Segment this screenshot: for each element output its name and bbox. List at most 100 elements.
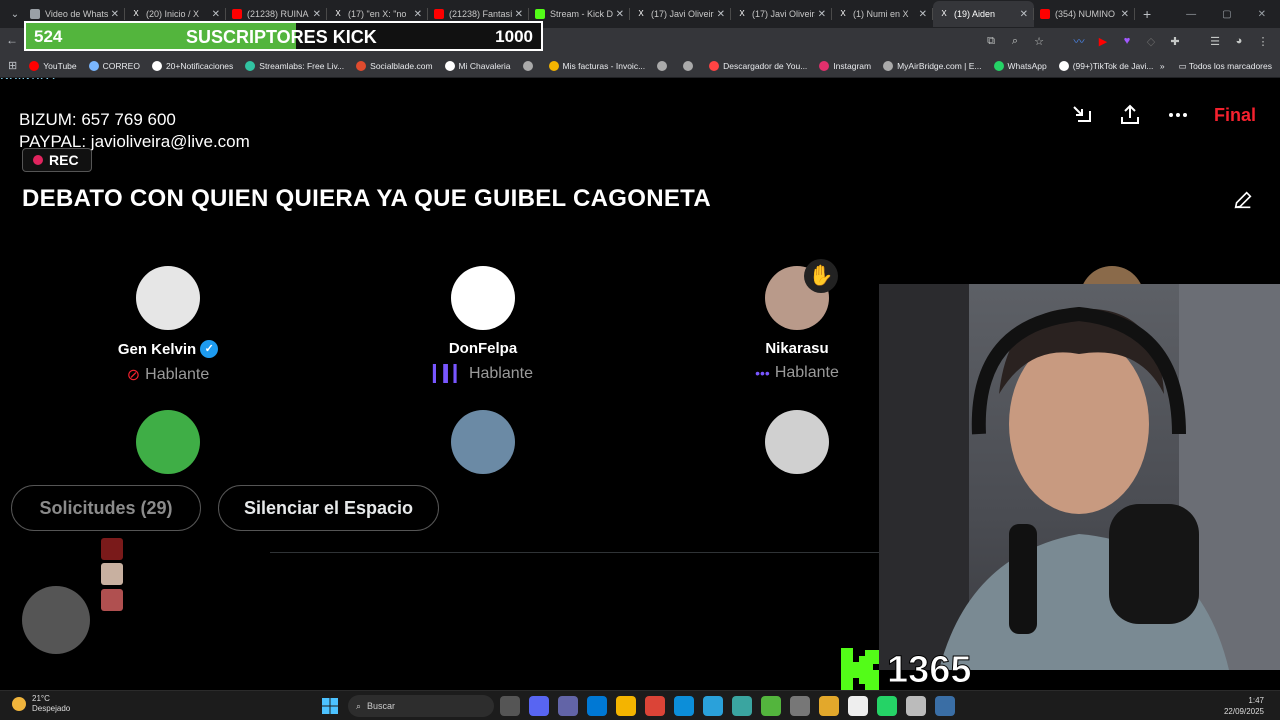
listener-avatar[interactable] [136,410,200,474]
bookmark-item[interactable]: CORREO [88,60,140,71]
teams-icon[interactable] [558,696,578,716]
end-space-button[interactable]: Final [1214,105,1256,126]
edge-icon[interactable] [674,696,694,716]
windows-start-icon[interactable] [322,698,338,714]
bookmark-favicon-icon [151,60,162,71]
kick-icon [535,9,545,19]
reading-list-icon[interactable]: ☰ [1208,35,1222,48]
app-window-icon[interactable] [906,696,926,716]
browser-tab[interactable]: Stream - Kick D ✕ [529,1,630,27]
close-tab-icon[interactable]: ✕ [717,9,725,20]
app-globe-icon[interactable] [732,696,752,716]
kick-app-icon[interactable] [761,696,781,716]
bookmark-item[interactable] [522,60,537,71]
moon-weather-icon [12,697,26,711]
browser-tab[interactable]: X (17) Javi Oliveira ✕ [731,1,832,27]
speaker-card[interactable]: Nikarasu ••• Hablante [712,266,882,382]
browser-tab[interactable]: X (17) Javi Oliveira ✕ [630,1,731,27]
tab-search-chevron-icon[interactable]: ⌄ [6,5,24,23]
speaker-card[interactable]: Gen Kelvin ✓ ⊘ Hablante [83,266,253,385]
youtube-icon [434,9,444,19]
edit-title-icon[interactable] [1232,189,1254,211]
bookmark-star-icon[interactable]: ☆ [1032,35,1046,48]
bookmark-item[interactable]: Streamlabs: Free Liv... [245,60,344,71]
taskbar-clock[interactable]: 1:47 22/09/2025 [1224,695,1264,717]
share-icon[interactable] [1118,103,1142,127]
minimize-space-icon[interactable] [1070,103,1094,127]
requests-button[interactable]: Solicitudes (29) [11,485,201,531]
close-tab-icon[interactable]: ✕ [414,9,422,20]
bookmark-favicon-icon [883,60,894,71]
close-tab-icon[interactable]: ✕ [212,9,220,20]
obs-icon[interactable] [848,696,868,716]
close-tab-icon[interactable]: ✕ [1020,9,1028,20]
close-window-icon[interactable]: ✕ [1258,9,1266,20]
bookmark-item[interactable]: Mi Chavaleria [444,60,511,71]
close-tab-icon[interactable]: ✕ [818,9,826,20]
back-arrow-icon[interactable]: ← [6,33,18,47]
extension-youtube-icon[interactable]: ▶ [1096,35,1110,48]
telegram-icon[interactable] [703,696,723,716]
bookmark-item[interactable]: Descargador de You... [709,60,807,71]
chrome-icon[interactable] [645,696,665,716]
speaker-card[interactable]: DonFelpa ▎▍▎ Hablante [398,266,568,384]
browser-tab[interactable]: X (1) Numi en X ✕ [832,1,933,27]
bookmark-item[interactable]: YouTube [29,60,77,71]
close-tab-icon[interactable]: ✕ [313,9,321,20]
discord-icon[interactable] [529,696,549,716]
app-misc-icon[interactable] [819,696,839,716]
bookmarks-more[interactable]: » [1160,61,1165,71]
mute-space-button[interactable]: Silenciar el Espacio [218,485,439,531]
weather-temp: 21°C [32,694,50,703]
speaker-name: Gen Kelvin [117,340,197,358]
whatsapp-icon[interactable] [877,696,897,716]
profile-avatar-icon[interactable]: ◕ [1232,35,1246,47]
bookmark-item[interactable]: Mis facturas - Invoic... [548,60,645,71]
listener-avatar[interactable] [765,410,829,474]
close-tab-icon[interactable]: ✕ [919,9,927,20]
maximize-icon[interactable]: ▢ [1222,9,1231,20]
settings-gear-icon[interactable] [935,696,955,716]
bookmark-item[interactable]: Instagram [819,60,871,71]
speaker-avatar[interactable] [451,266,515,330]
close-tab-icon[interactable]: ✕ [616,9,624,20]
extensions-puzzle-icon[interactable]: ✚ [1168,35,1182,48]
bookmark-item[interactable] [683,60,697,71]
streamer-silhouette [879,284,1280,670]
bookmark-item[interactable]: WhatsApp [993,60,1047,71]
more-options-icon[interactable] [1166,103,1190,127]
bookmark-item[interactable]: MyAirBridge.com | E... [883,60,982,71]
listener-avatar[interactable] [451,410,515,474]
apps-grid-icon[interactable]: ⊞ [8,59,17,72]
goal-current: 524 [34,27,63,46]
extension-heart-icon[interactable]: ♥ [1120,35,1134,47]
bookmark-favicon-icon [709,60,720,71]
browser-tab[interactable]: (354) NUMINO ✕ [1034,1,1135,27]
globe-icon [30,9,40,19]
close-tab-icon[interactable]: ✕ [515,9,523,20]
zoom-icon[interactable]: ⌕ [1008,35,1022,48]
extension-disabled-icon[interactable]: ◇ [1144,35,1158,48]
all-bookmarks-folder[interactable]: ▭ Todos los marcadores [1179,61,1272,72]
browser-menu-icon[interactable]: ⋮ [1256,35,1270,48]
close-tab-icon[interactable]: ✕ [111,9,119,20]
speaker-avatar[interactable] [136,266,200,330]
new-tab-plus-icon[interactable]: + [1143,6,1151,22]
minimize-icon[interactable]: — [1186,9,1196,20]
bookmark-item[interactable]: 20+Notificaciones [151,60,233,71]
bookmark-item[interactable]: Socialblade.com [356,60,433,71]
browser-tab[interactable]: X (19) Aiden ✕ [933,1,1034,27]
outlook-icon[interactable] [587,696,607,716]
close-tab-icon[interactable]: ✕ [1121,9,1129,20]
task-view-icon[interactable] [500,696,520,716]
file-explorer-icon[interactable] [616,696,636,716]
weather-widget[interactable]: 21°C Despejado [12,694,70,714]
chat-avatar [22,586,90,654]
taskbar-search[interactable]: ⌕ Buscar [348,695,494,717]
tab-title: (17) Javi Oliveira [752,9,815,19]
extension-wave-icon[interactable]: 〰 [1072,33,1086,49]
screen-share-icon[interactable]: ⧉ [984,35,998,48]
settings-app-icon[interactable] [790,696,810,716]
bookmark-item[interactable]: (99+)TikTok de Javi... [1058,60,1153,71]
bookmark-item[interactable] [657,60,671,71]
